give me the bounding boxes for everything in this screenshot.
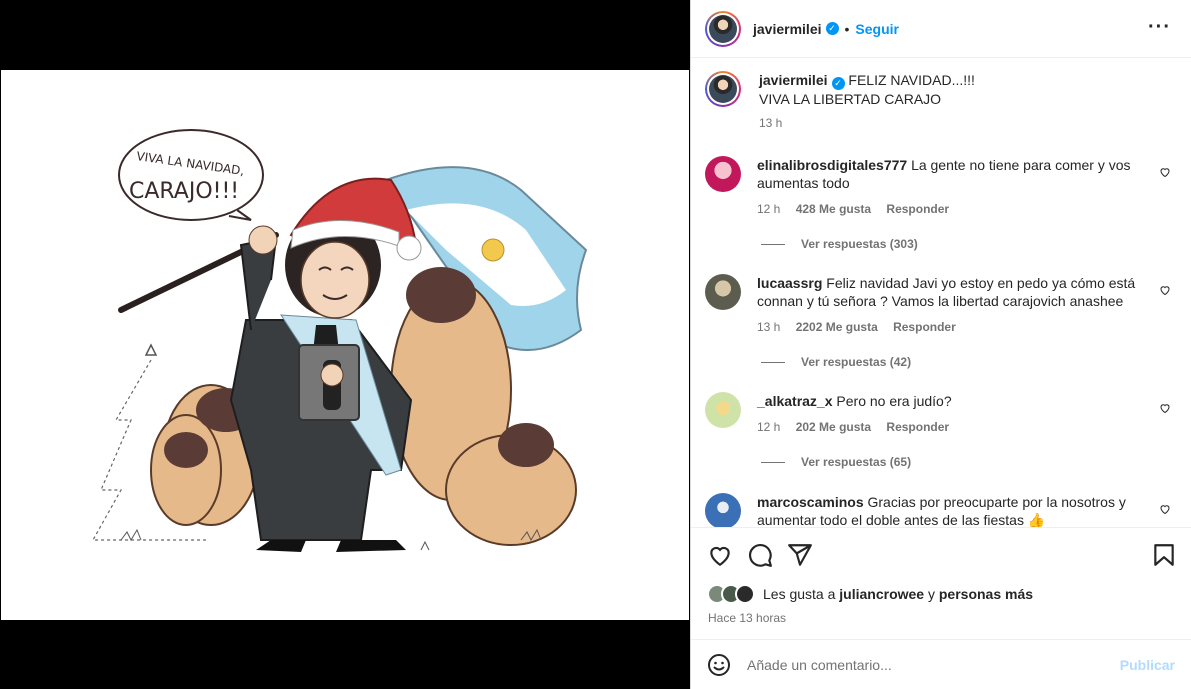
- like-comment-heart-icon[interactable]: [1159, 402, 1171, 414]
- replies-line: [761, 361, 785, 363]
- caption-username[interactable]: javiermilei: [759, 72, 828, 88]
- comment-item: _alkatraz_x Pero no era judío? 12 h 202 …: [705, 392, 1177, 436]
- comment-icon[interactable]: [747, 542, 773, 568]
- commenter-avatar[interactable]: [705, 274, 741, 310]
- heart-icon[interactable]: [707, 542, 733, 568]
- replies-line: [761, 461, 785, 463]
- comment-username[interactable]: _alkatraz_x: [757, 393, 833, 409]
- comment-username[interactable]: elinalibrosdigitales777: [757, 157, 907, 173]
- caption-line-1: FELIZ NAVIDAD...!!!: [848, 72, 975, 88]
- view-replies-button[interactable]: Ver respuestas (65): [761, 455, 911, 469]
- comment-time[interactable]: 12 h: [757, 420, 780, 434]
- view-replies-label: Ver respuestas (42): [801, 355, 912, 369]
- caption: javiermilei ✓ FELIZ NAVIDAD...!!! VIVA LA…: [705, 71, 1177, 132]
- comment-time[interactable]: 13 h: [757, 320, 780, 334]
- more-options-icon[interactable]: ···: [1148, 17, 1171, 37]
- commenter-avatar[interactable]: [705, 392, 741, 428]
- post-header: javiermilei ✓ • Seguir ···: [691, 0, 1191, 58]
- caption-avatar-image: [709, 75, 737, 103]
- comment-input[interactable]: [747, 656, 1087, 673]
- post-side-panel: javiermilei ✓ • Seguir ··· javiermilei ✓ …: [690, 0, 1191, 689]
- reply-button[interactable]: Responder: [886, 420, 949, 434]
- author-username[interactable]: javiermilei: [753, 21, 822, 37]
- comments-list[interactable]: javiermilei ✓ FELIZ NAVIDAD...!!! VIVA LA…: [691, 59, 1191, 527]
- publish-button[interactable]: Publicar: [1120, 657, 1175, 673]
- likes-prefix: Les gusta a: [763, 586, 836, 602]
- other-likers-link[interactable]: personas más: [939, 586, 1033, 602]
- comment-likes[interactable]: 202 Me gusta: [796, 420, 871, 434]
- comment-username[interactable]: marcoscaminos: [757, 494, 864, 510]
- post-image[interactable]: VIVA LA NAVIDAD, CARAJO!!!: [1, 70, 689, 620]
- share-icon[interactable]: [787, 542, 813, 568]
- add-comment-bar: Publicar: [691, 639, 1191, 689]
- view-replies-button[interactable]: Ver respuestas (42): [761, 355, 911, 369]
- follow-button[interactable]: Seguir: [855, 21, 899, 37]
- view-replies-label: Ver respuestas (65): [801, 455, 912, 469]
- verified-badge-icon: ✓: [825, 22, 839, 35]
- caption-line-2: VIVA LA LIBERTAD CARAJO: [759, 90, 942, 107]
- commenter-avatar[interactable]: [705, 493, 741, 527]
- comment-likes[interactable]: 2202 Me gusta: [796, 320, 878, 334]
- comment-username[interactable]: lucaassrg: [757, 275, 822, 291]
- christmas-cartoon-illustration: VIVA LA NAVIDAD, CARAJO!!!: [91, 129, 588, 552]
- emoji-icon[interactable]: [707, 653, 731, 677]
- comment-item: elinalibrosdigitales777 La gente no tien…: [705, 156, 1177, 218]
- likes-summary: Les gusta a juliancrowee y personas más: [707, 584, 1033, 604]
- like-comment-heart-icon[interactable]: [1159, 503, 1171, 515]
- author-avatar-image: [709, 14, 737, 43]
- author-avatar[interactable]: [705, 10, 741, 47]
- commenter-avatar[interactable]: [705, 156, 741, 192]
- likes-connector: y: [927, 586, 935, 602]
- liker-avatar[interactable]: [735, 584, 755, 604]
- verified-badge-icon: ✓: [831, 76, 845, 90]
- replies-line: [761, 243, 785, 245]
- speech-text-line2: CARAJO!!!: [129, 179, 239, 204]
- separator-dot: •: [844, 20, 850, 37]
- bookmark-icon[interactable]: [1151, 542, 1177, 568]
- comment-item: lucaassrg Feliz navidad Javi yo estoy en…: [705, 274, 1177, 336]
- post-media: VIVA LA NAVIDAD, CARAJO!!!: [0, 0, 690, 689]
- post-actions: Les gusta a juliancrowee y personas más …: [691, 527, 1191, 639]
- like-comment-heart-icon[interactable]: [1159, 166, 1171, 178]
- comment-likes[interactable]: 428 Me gusta: [796, 202, 871, 216]
- view-replies-button[interactable]: Ver respuestas (303): [761, 237, 918, 251]
- liker-username[interactable]: juliancrowee: [839, 586, 924, 602]
- view-replies-label: Ver respuestas (303): [801, 237, 918, 251]
- comment-text: Pero no era judío?: [836, 393, 952, 409]
- reply-button[interactable]: Responder: [893, 320, 956, 334]
- like-comment-heart-icon[interactable]: [1159, 284, 1171, 296]
- reply-button[interactable]: Responder: [886, 202, 949, 216]
- post-time-ago[interactable]: Hace 13 horas: [708, 611, 786, 625]
- comment-time[interactable]: 12 h: [757, 202, 780, 216]
- caption-avatar[interactable]: [705, 71, 741, 107]
- caption-time[interactable]: 13 h: [759, 116, 782, 130]
- comment-item: marcoscaminos Gracias por preocuparte po…: [705, 493, 1177, 527]
